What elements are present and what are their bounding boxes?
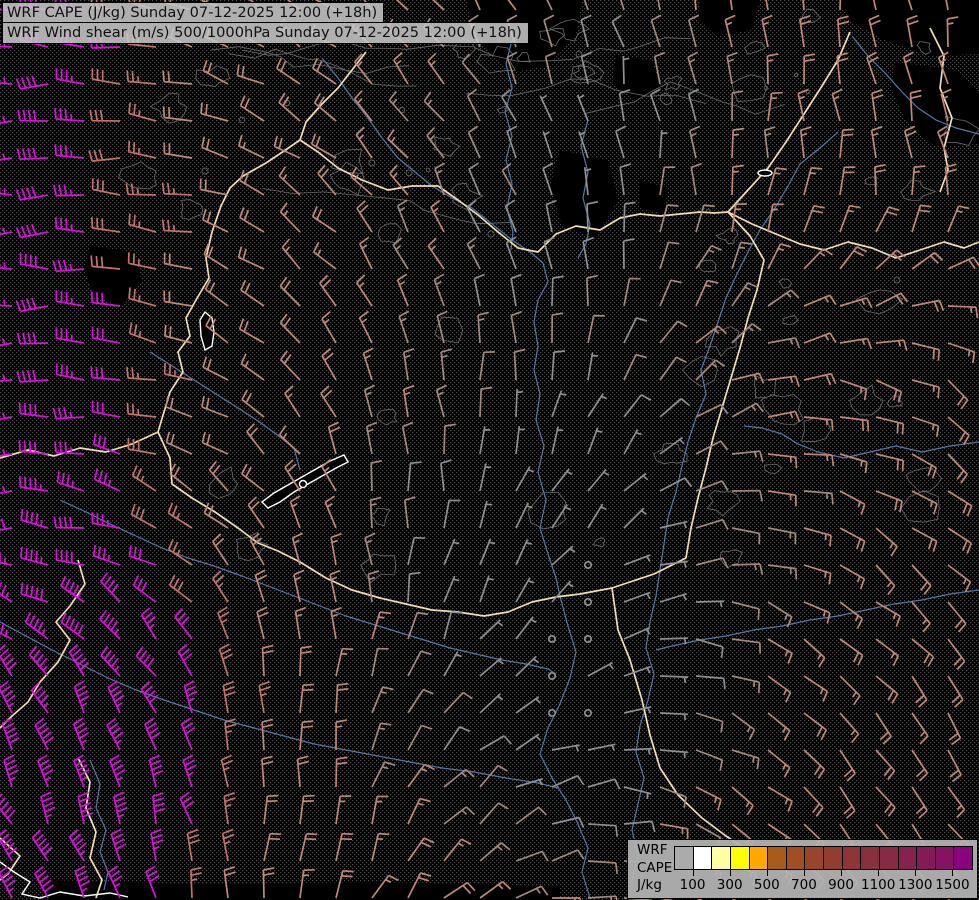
legend-swatch-3	[730, 847, 750, 869]
weather-map-canvas	[0, 0, 979, 900]
legend-label-line3: J/kg	[637, 877, 662, 893]
legend-tick	[729, 869, 731, 876]
legend-tick	[952, 869, 954, 876]
legend-tick	[841, 869, 843, 876]
legend-swatch-5	[768, 847, 787, 869]
legend-tick	[803, 869, 805, 876]
lake-tiny	[757, 169, 773, 177]
wrf-weather-map-window: WRF CAPE (J/kg) Sunday 07-12-2025 12:00 …	[0, 0, 979, 900]
legend-swatch-9	[842, 847, 862, 869]
map-title-windshear-text: WRF Wind shear (m/s) 500/1000hPa Sunday …	[7, 24, 522, 41]
legend-swatch-8	[824, 847, 843, 869]
legend-swatch-12	[898, 847, 918, 869]
legend-swatch-15	[954, 847, 972, 869]
legend-swatch-7	[805, 847, 824, 869]
legend-swatch-1	[693, 847, 713, 869]
legend-tick	[766, 869, 768, 876]
legend-swatch-11	[879, 847, 899, 869]
legend-swatch-4	[749, 847, 769, 869]
map-background	[0, 0, 979, 900]
map-title-cape: WRF CAPE (J/kg) Sunday 07-12-2025 12:00 …	[2, 2, 385, 24]
legend-label: WRF CAPE J/kg	[637, 842, 672, 895]
legend-swatch-6	[786, 847, 806, 869]
lake-small	[298, 479, 308, 489]
legend-tick	[878, 869, 880, 876]
legend-swatch-13	[917, 847, 936, 869]
legend-tick	[692, 869, 694, 876]
map-title-windshear: WRF Wind shear (m/s) 500/1000hPa Sunday …	[2, 22, 529, 44]
legend-color-bar	[674, 846, 973, 870]
legend-tick-label: 1500	[935, 877, 970, 893]
cape-color-legend: WRF CAPE J/kg 100 300 500 700 900 1100 1300 150…	[627, 839, 978, 899]
legend-swatch-14	[935, 847, 955, 869]
legend-swatch-10	[861, 847, 880, 869]
legend-swatch-0	[675, 847, 694, 869]
legend-tick	[915, 869, 917, 876]
legend-swatch-2	[712, 847, 731, 869]
legend-label-line2: CAPE	[637, 859, 673, 876]
legend-label-line1: WRF	[637, 842, 668, 858]
map-title-cape-text: WRF CAPE (J/kg) Sunday 07-12-2025 12:00 …	[7, 4, 378, 21]
